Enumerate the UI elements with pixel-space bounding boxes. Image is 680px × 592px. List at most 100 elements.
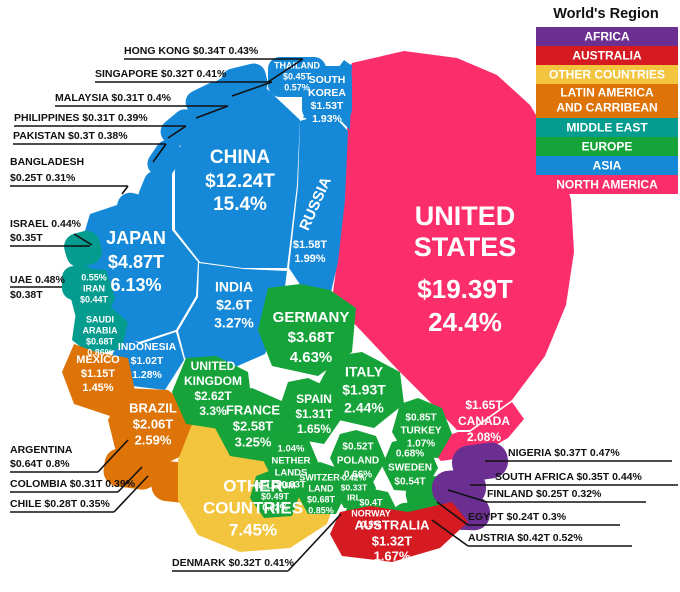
- legend-item-europe[interactable]: EUROPE: [536, 137, 678, 156]
- svg-text:$19.39T: $19.39T: [417, 274, 513, 304]
- svg-text:BANGLADESH: BANGLADESH: [10, 156, 84, 168]
- svg-text:CANADA: CANADA: [458, 414, 510, 428]
- infographic-root: UNITED STATES $19.39T 24.4% CHINA $12.24…: [0, 0, 680, 592]
- svg-text:ITALY: ITALY: [345, 364, 384, 380]
- svg-text:2.44%: 2.44%: [344, 400, 384, 416]
- svg-text:SPAIN: SPAIN: [296, 392, 332, 406]
- svg-text:NETHER: NETHER: [271, 456, 310, 467]
- svg-text:STATES: STATES: [414, 232, 517, 262]
- legend-item-asia[interactable]: ASIA: [536, 156, 678, 175]
- svg-text:2.59%: 2.59%: [135, 432, 172, 447]
- svg-text:EGYPT $0.24T 0.3%: EGYPT $0.24T 0.3%: [468, 511, 567, 523]
- legend-label-latin-america-2: AND CARRIBEAN: [556, 101, 657, 115]
- svg-text:$2.62T: $2.62T: [194, 389, 232, 403]
- svg-text:$0.44T: $0.44T: [80, 294, 109, 304]
- svg-text:$0.38T: $0.38T: [10, 289, 43, 301]
- svg-text:$0.54T: $0.54T: [394, 477, 425, 488]
- label-brazil: BRAZIL $2.06T 2.59%: [129, 400, 177, 447]
- label-south-korea: SOUTH KOREA $1.53T 1.93%: [308, 74, 346, 125]
- svg-text:PHILIPPINES $0.31T 0.39%: PHILIPPINES $0.31T 0.39%: [14, 112, 148, 124]
- svg-text:$0.25T 0.31%: $0.25T 0.31%: [10, 172, 76, 184]
- svg-text:3.25%: 3.25%: [235, 434, 272, 449]
- svg-text:$1.93T: $1.93T: [342, 382, 386, 398]
- legend-title: World's Region: [553, 6, 659, 22]
- svg-text:NIGERIA $0.37T 0.47%: NIGERIA $0.37T 0.47%: [508, 447, 620, 459]
- svg-text:POLAND: POLAND: [337, 456, 379, 467]
- svg-text:$0.68T: $0.68T: [307, 494, 336, 504]
- svg-text:$1.32T: $1.32T: [372, 533, 413, 548]
- svg-text:UAE 0.48%: UAE 0.48%: [10, 274, 66, 286]
- svg-text:SOUTH: SOUTH: [309, 74, 346, 86]
- svg-text:ISRAEL 0.44%: ISRAEL 0.44%: [10, 218, 82, 230]
- callout-nigeria[interactable]: NIGERIA $0.37T 0.47%: [485, 447, 672, 462]
- svg-text:1.67%: 1.67%: [374, 548, 411, 563]
- svg-text:0.42%: 0.42%: [342, 472, 367, 482]
- svg-text:KOREA: KOREA: [308, 87, 346, 99]
- svg-text:$0.52T: $0.52T: [342, 442, 373, 453]
- svg-text:1.45%: 1.45%: [82, 382, 113, 394]
- svg-text:BELGIUM: BELGIUM: [254, 480, 296, 490]
- svg-text:$0.45T: $0.45T: [283, 71, 312, 81]
- legend-item-north-america[interactable]: NORTH AMERICA: [536, 175, 678, 194]
- callout-bangladesh[interactable]: BANGLADESH $0.25T 0.31%: [10, 156, 129, 195]
- legend-item-other-countries[interactable]: OTHER COUNTRIES: [536, 65, 678, 84]
- svg-text:6.13%: 6.13%: [110, 275, 161, 295]
- svg-text:ARABIA: ARABIA: [83, 325, 118, 335]
- label-japan: JAPAN $4.87T 6.13%: [106, 228, 166, 295]
- svg-text:CHINA: CHINA: [210, 147, 270, 168]
- svg-text:COLOMBIA $0.31T 0.39%: COLOMBIA $0.31T 0.39%: [10, 478, 136, 490]
- svg-text:$1.53T: $1.53T: [311, 100, 344, 112]
- svg-text:UNITED: UNITED: [191, 359, 236, 373]
- label-iran: 0.55% IRAN $0.44T: [80, 272, 109, 304]
- callout-uae[interactable]: UAE 0.48% $0.38T: [10, 274, 66, 301]
- svg-text:SAUDI: SAUDI: [86, 314, 114, 324]
- svg-text:3.3%: 3.3%: [199, 404, 227, 418]
- legend-label-other-countries: OTHER COUNTRIES: [549, 68, 665, 82]
- legend-label-australia: AUSTRALIA: [572, 49, 642, 63]
- svg-text:$12.24T: $12.24T: [205, 171, 275, 192]
- svg-text:1.65%: 1.65%: [297, 422, 331, 436]
- svg-text:GERMANY: GERMANY: [273, 309, 350, 326]
- svg-text:0.85%: 0.85%: [308, 505, 334, 515]
- svg-text:HONG KONG $0.34T 0.43%: HONG KONG $0.34T 0.43%: [124, 45, 259, 57]
- svg-text:SWEDEN: SWEDEN: [388, 463, 432, 474]
- svg-text:$0.85T: $0.85T: [405, 413, 436, 424]
- svg-text:PAKISTAN $0.3T 0.38%: PAKISTAN $0.3T 0.38%: [13, 130, 128, 142]
- svg-text:1.93%: 1.93%: [312, 113, 342, 125]
- svg-text:$1.31T: $1.31T: [295, 407, 333, 421]
- callout-south-africa[interactable]: SOUTH AFRICA $0.35T 0.44%: [470, 471, 678, 486]
- gdp-voronoi-pie: UNITED STATES $19.39T 24.4% CHINA $12.24…: [10, 6, 678, 572]
- svg-text:BRAZIL: BRAZIL: [129, 400, 177, 415]
- legend-item-africa[interactable]: AFRICA: [536, 27, 678, 46]
- legend-label-asia: ASIA: [593, 159, 622, 173]
- svg-text:$0.64T 0.8%: $0.64T 0.8%: [10, 458, 70, 470]
- svg-text:$1.58T: $1.58T: [293, 239, 328, 251]
- svg-text:1.04%: 1.04%: [278, 444, 305, 455]
- svg-text:$0.49T: $0.49T: [261, 491, 290, 501]
- svg-text:24.4%: 24.4%: [428, 307, 502, 337]
- svg-text:INDIA: INDIA: [215, 279, 253, 295]
- legend-label-north-america: NORTH AMERICA: [556, 178, 658, 192]
- svg-text:INDONESIA: INDONESIA: [118, 341, 177, 353]
- svg-text:$2.58T: $2.58T: [233, 418, 274, 433]
- svg-text:JAPAN: JAPAN: [106, 228, 166, 248]
- svg-text:0.62%: 0.62%: [262, 502, 288, 512]
- legend-item-middle-east[interactable]: MIDDLE EAST: [536, 118, 678, 137]
- svg-text:LAND: LAND: [309, 483, 334, 493]
- svg-text:CHILE $0.28T 0.35%: CHILE $0.28T 0.35%: [10, 498, 110, 510]
- svg-text:15.4%: 15.4%: [213, 194, 267, 215]
- legend-item-australia[interactable]: AUSTRALIA: [536, 46, 678, 65]
- svg-text:UNITED: UNITED: [415, 201, 516, 231]
- svg-text:0.86%: 0.86%: [87, 347, 113, 357]
- svg-text:IRL: IRL: [347, 492, 361, 502]
- legend-label-middle-east: MIDDLE EAST: [566, 121, 648, 135]
- legend-item-latin-america[interactable]: LATIN AMERICA AND CARRIBEAN: [536, 84, 678, 118]
- svg-text:SINGAPORE $0.32T 0.41%: SINGAPORE $0.32T 0.41%: [95, 68, 227, 80]
- svg-text:$3.68T: $3.68T: [288, 329, 335, 346]
- svg-text:FINLAND $0.25T 0.32%: FINLAND $0.25T 0.32%: [487, 488, 602, 500]
- svg-text:AUSTRIA $0.42T 0.52%: AUSTRIA $0.42T 0.52%: [468, 532, 583, 544]
- label-india: INDIA $2.6T 3.27%: [214, 279, 254, 331]
- svg-text:$4.87T: $4.87T: [108, 252, 164, 272]
- label-saudi-arabia: SAUDI ARABIA $0.68T 0.86%: [83, 314, 118, 357]
- svg-text:$1.15T: $1.15T: [81, 368, 116, 380]
